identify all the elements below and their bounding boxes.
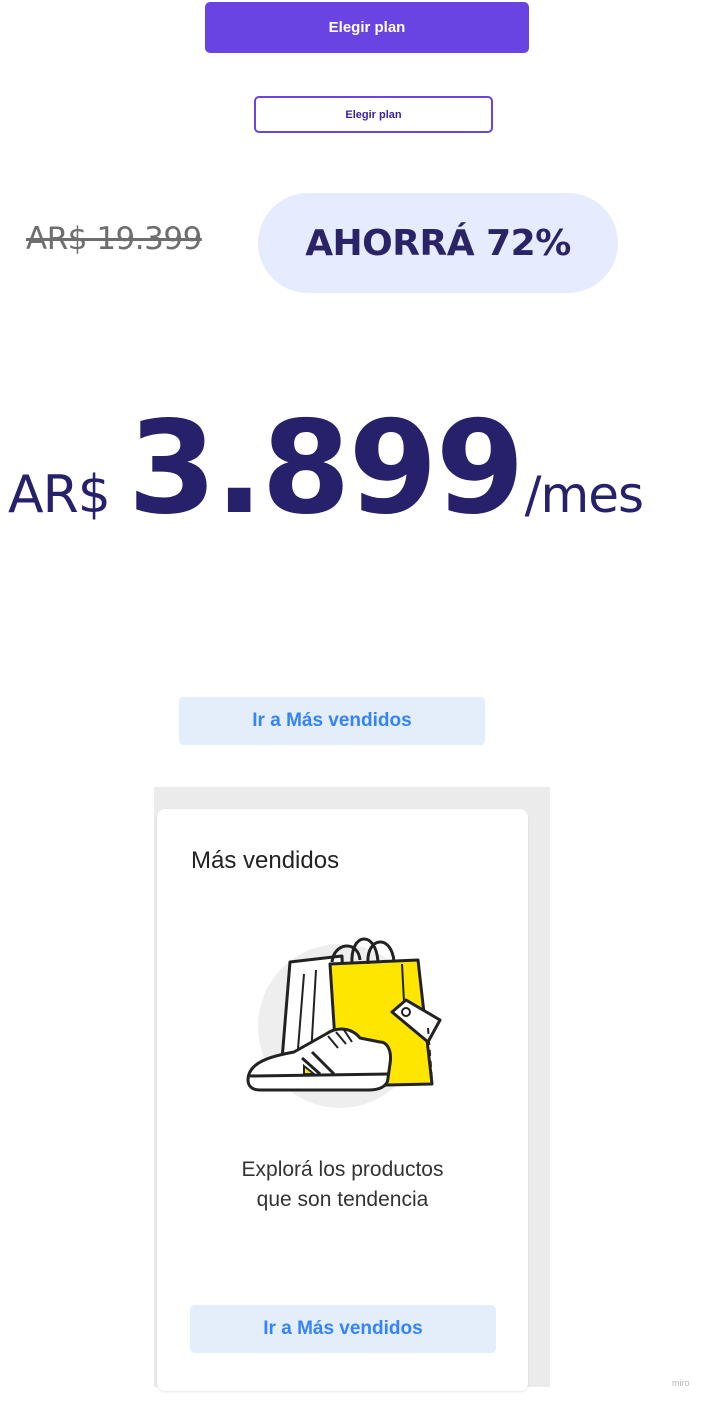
- price-amount: 3.899: [127, 394, 525, 543]
- price-currency: AR$: [8, 465, 111, 525]
- card-description-line-2: que son tendencia: [256, 1188, 429, 1211]
- savings-text: AHORRÁ 72%: [305, 222, 571, 264]
- card-title: Más vendidos: [191, 847, 340, 874]
- card-go-to-bestsellers-button[interactable]: Ir a Más vendidos: [190, 1305, 496, 1353]
- shopping-bag-sneaker-icon: [246, 937, 442, 1108]
- monthly-price: AR$ 3.899 /mes: [8, 394, 644, 565]
- original-price: AR$ 19.399: [26, 221, 202, 257]
- go-to-bestsellers-button[interactable]: Ir a Más vendidos: [179, 697, 485, 745]
- choose-plan-outline-button[interactable]: Elegir plan: [254, 96, 493, 133]
- miro-watermark: miro: [672, 1378, 690, 1388]
- price-period: /mes: [524, 466, 644, 524]
- card-description-line-1: Explorá los productos: [241, 1158, 444, 1181]
- choose-plan-button[interactable]: Elegir plan: [205, 2, 529, 53]
- bestsellers-card: Más vendidos Explorá los productos que s…: [157, 809, 528, 1391]
- card-description: Explorá los productos que son tendencia: [157, 1155, 528, 1215]
- savings-badge: AHORRÁ 72%: [258, 193, 618, 293]
